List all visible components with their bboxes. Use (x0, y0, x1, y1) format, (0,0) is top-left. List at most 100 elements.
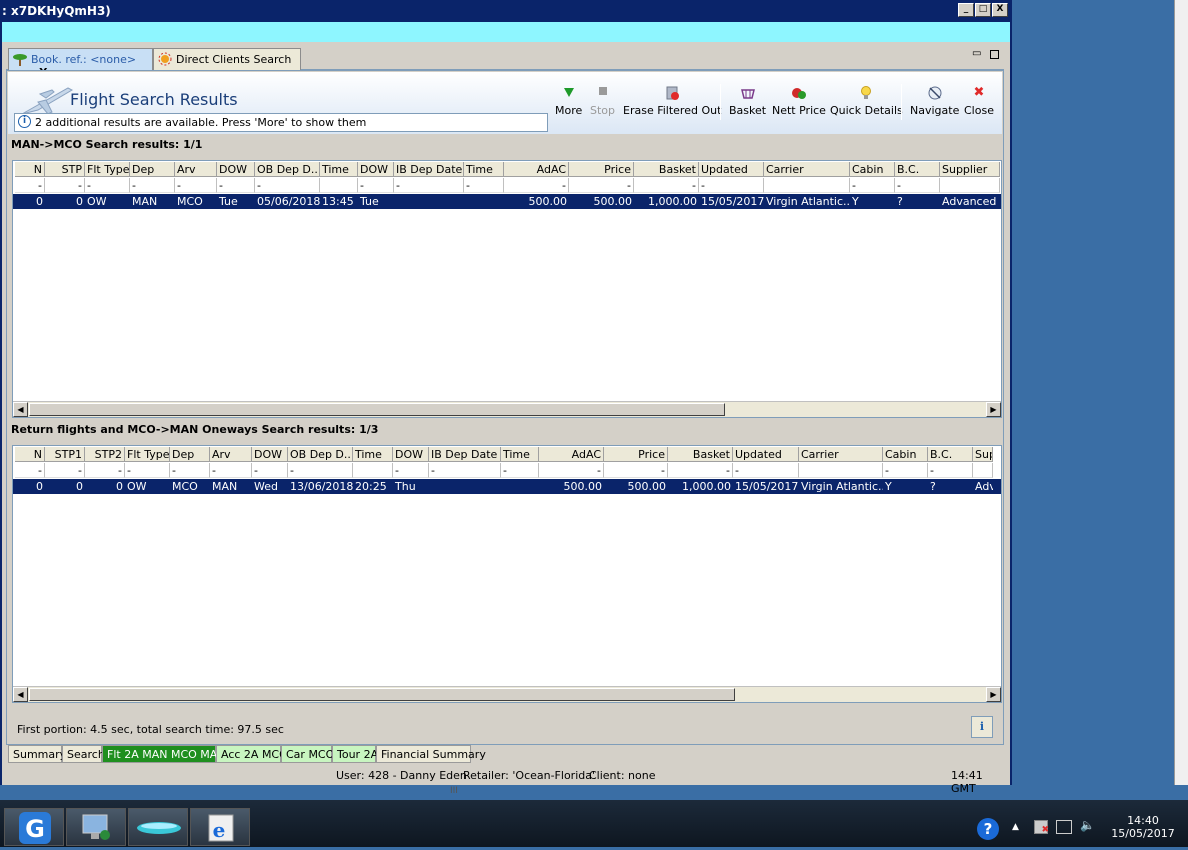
column-header-cell[interactable]: B.C. (928, 447, 973, 462)
filter-row[interactable]: ---------------- (13, 178, 1001, 193)
taskbar-app-chrome[interactable]: G (4, 808, 64, 846)
column-header-cell[interactable]: Time (353, 447, 393, 462)
bottom-tab[interactable]: Search (62, 745, 105, 763)
table-row[interactable]: 0 0 0 OW MCO MAN Wed 13/06/2018 20:25 Thu 500.00 50… (13, 479, 1001, 494)
column-header-cell[interactable]: OB Dep D... (255, 162, 320, 177)
column-header-cell[interactable]: Carrier (799, 447, 883, 462)
column-header-cell[interactable]: N (15, 162, 45, 177)
table-row-cell: OW (87, 195, 107, 208)
column-header-cell[interactable]: Price (569, 162, 634, 177)
tab-booking-ref[interactable]: Book. ref.: <none> X (8, 48, 153, 79)
column-header[interactable]: N STP Flt Type Dep Arv DOW OB Dep D... Time DOW I… (13, 162, 1001, 177)
column-header-cell[interactable]: Time (501, 447, 539, 462)
taskbar-app-ie[interactable]: e (190, 808, 250, 846)
column-header-cell[interactable]: DOW (217, 162, 255, 177)
horizontal-scrollbar[interactable]: ◀ ▶ (13, 401, 1001, 417)
outbound-results-grid[interactable]: N STP Flt Type Dep Arv DOW OB Dep D... Time DOW I… (12, 160, 1002, 418)
column-header-cell[interactable]: DOW (393, 447, 429, 462)
bottom-tab[interactable]: Car MCO (281, 745, 334, 763)
column-header-cell[interactable]: Carrier (764, 162, 850, 177)
column-header-cell[interactable]: Arv (175, 162, 217, 177)
column-header-cell[interactable]: STP1 (45, 447, 85, 462)
table-row[interactable]: 0 0 OW MAN MCO Tue 05/06/2018 13:45 Tue 500.00 500… (13, 194, 1001, 209)
column-header-cell[interactable]: Updated (733, 447, 799, 462)
column-header-cell[interactable]: STP2 (85, 447, 125, 462)
bottom-tab[interactable]: Flt 2A MAN MCO MAN (102, 745, 226, 763)
filter-row-cell: - (394, 178, 464, 193)
column-header-cell[interactable]: OB Dep D... (288, 447, 353, 462)
filter-row-cell: - (928, 463, 973, 478)
column-header-cell[interactable]: Updated (699, 162, 764, 177)
column-header-cell[interactable]: Dep (170, 447, 210, 462)
restore-button[interactable]: □ (975, 3, 991, 17)
minimize-button[interactable]: _ (958, 3, 974, 17)
basket-button[interactable]: Basket (729, 86, 766, 117)
taskbar-app-remote-desktop[interactable] (66, 808, 126, 846)
horizontal-scrollbar[interactable]: ◀ ▶ (13, 686, 1001, 702)
quick-details-button[interactable]: Quick Details (830, 86, 903, 117)
column-header-cell[interactable]: Sup (973, 447, 993, 462)
close-window-button[interactable]: X (992, 3, 1008, 17)
nett-price-button[interactable]: Nett Price (772, 86, 826, 117)
column-header-cell[interactable]: Time (464, 162, 504, 177)
column-header-cell[interactable]: Cabin (883, 447, 928, 462)
column-header[interactable]: N STP1 STP2 Flt Type Dep Arv DOW OB Dep D... Tim… (13, 447, 1001, 462)
column-header-cell[interactable]: Flt Type (85, 162, 130, 177)
column-header-cell[interactable]: Supplier (940, 162, 1000, 177)
scrollbar-thumb[interactable] (29, 403, 725, 416)
return-results-grid[interactable]: N STP1 STP2 Flt Type Dep Arv DOW OB Dep D... Tim… (12, 445, 1002, 703)
show-hidden-icons-icon[interactable]: ▲ (1012, 822, 1019, 832)
maximize-view-icon[interactable] (990, 50, 999, 59)
network-icon[interactable] (1056, 820, 1072, 834)
column-header-cell[interactable]: Arv (210, 447, 252, 462)
column-header-cell[interactable]: AdAC (504, 162, 569, 177)
bottom-tab[interactable]: Tour 2A (332, 745, 378, 763)
info-button[interactable]: i (971, 716, 993, 738)
volume-icon[interactable]: 🔈 (1080, 818, 1095, 832)
column-header-cell[interactable]: Price (604, 447, 668, 462)
more-button[interactable]: More (555, 86, 582, 117)
table-row-cell: 13/06/2018 (290, 480, 353, 493)
column-header-cell[interactable]: Flt Type (125, 447, 170, 462)
clock-date: 15/05/2017 (1111, 827, 1175, 840)
table-row-cell: 0 (36, 195, 43, 208)
filter-row-cell (799, 463, 883, 478)
column-header-cell[interactable]: DOW (358, 162, 394, 177)
taskbar-app-viewer[interactable] (128, 808, 188, 846)
column-header-cell[interactable]: Time (320, 162, 358, 177)
navigate-button[interactable]: Navigate (910, 86, 959, 117)
scroll-right-button[interactable]: ▶ (986, 402, 1001, 417)
stop-button[interactable]: Stop (590, 86, 615, 117)
column-header-cell[interactable]: IB Dep Date (394, 162, 464, 177)
filter-row-cell: - (393, 463, 429, 478)
scroll-left-button[interactable]: ◀ (13, 687, 28, 702)
column-header-cell[interactable]: Basket (668, 447, 733, 462)
scroll-left-button[interactable]: ◀ (13, 402, 28, 417)
help-icon[interactable]: ? (977, 818, 999, 840)
bottom-tab[interactable]: Acc 2A MCO (216, 745, 288, 763)
column-header-cell[interactable]: DOW (252, 447, 288, 462)
filter-row-cell (353, 463, 393, 478)
column-header-cell[interactable]: B.C. (895, 162, 940, 177)
column-header-cell[interactable]: STP (45, 162, 85, 177)
bottom-tab[interactable]: Financial Summary (376, 745, 486, 763)
scroll-right-button[interactable]: ▶ (986, 687, 1001, 702)
column-header-cell[interactable]: AdAC (539, 447, 604, 462)
filter-row[interactable]: ----------------- (13, 463, 1001, 478)
erase-filtered-out-button[interactable]: Erase Filtered Out (623, 86, 721, 117)
column-header-cell[interactable]: Basket (634, 162, 699, 177)
resize-grip-icon[interactable]: III (450, 786, 458, 796)
network-alert-icon[interactable]: ✖ (1034, 820, 1049, 835)
scrollbar-thumb[interactable] (29, 688, 735, 701)
column-header-cell[interactable]: Cabin (850, 162, 895, 177)
column-header-cell[interactable]: Dep (130, 162, 175, 177)
close-icon: ✖ (973, 85, 985, 100)
tab-direct-clients-search[interactable]: Direct Clients Search (153, 48, 301, 70)
close-button[interactable]: ✖ Close (964, 85, 994, 118)
minimize-view-icon[interactable]: ▭ (972, 48, 981, 59)
column-header-cell[interactable]: N (15, 447, 45, 462)
bottom-tab[interactable]: Summary (8, 745, 66, 763)
column-header-cell[interactable]: IB Dep Date (429, 447, 501, 462)
side-panel-strip (1174, 0, 1188, 785)
taskbar-clock[interactable]: 14:40 15/05/2017 (1108, 814, 1178, 840)
